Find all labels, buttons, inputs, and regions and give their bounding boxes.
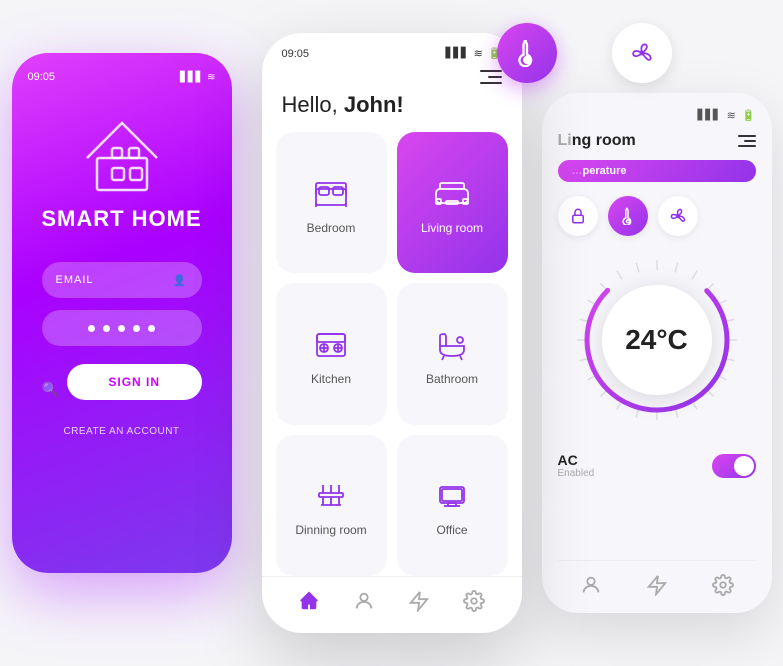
room-card-kitchen[interactable]: Kitchen — [276, 283, 387, 424]
nav-profile[interactable] — [352, 589, 376, 613]
app-title: SMART HOME — [41, 206, 201, 232]
greeting-text: Hello, — [282, 92, 344, 117]
left-status-bar: 09:05 ▋▋▋ ≋ — [28, 71, 216, 83]
bedroom-label: Bedroom — [307, 221, 356, 235]
right-status-bar: ▋▋▋ ≋ 🔋 — [558, 109, 756, 122]
right-hamburger[interactable] — [738, 135, 756, 147]
phone-center: 09:05 ▋▋▋ ≋ 🔋 Hello, John! — [262, 33, 522, 633]
thermo-float-icon — [513, 39, 541, 67]
ac-info: AC Enabled — [558, 452, 595, 479]
dot-1 — [88, 325, 95, 332]
phone-left: 09:05 ▋▋▋ ≋ SMART HOME EMAIL 👤 — [12, 53, 232, 573]
rooms-grid: Bedroom Living room — [262, 132, 522, 576]
r-hline-2 — [744, 140, 756, 142]
sign-in-button[interactable]: SIGN IN — [67, 364, 202, 400]
dot-2 — [103, 325, 110, 332]
scene: 09:05 ▋▋▋ ≋ SMART HOME EMAIL 👤 — [12, 13, 772, 653]
room-card-living[interactable]: Living room — [397, 132, 508, 273]
ac-row: AC Enabled — [558, 452, 756, 479]
temp-dial[interactable]: 24°C — [567, 250, 747, 430]
temp-tab[interactable]: …perature — [558, 160, 756, 182]
nav-settings[interactable] — [462, 589, 486, 613]
temp-control[interactable] — [608, 196, 648, 236]
ac-status: Enabled — [558, 468, 595, 479]
left-time: 09:05 — [28, 71, 56, 83]
dot-3 — [118, 325, 125, 332]
room-card-bathroom[interactable]: Bathroom — [397, 283, 508, 424]
create-account-link[interactable]: CREATE AN ACCOUNT — [63, 426, 179, 437]
battery-icon-r: 🔋 — [742, 109, 756, 122]
center-time: 09:05 — [282, 48, 310, 60]
room-card-office[interactable]: Office — [397, 435, 508, 576]
signal-icon-r: ▋▋▋ — [698, 110, 721, 121]
dot-5 — [148, 325, 155, 332]
center-header — [262, 60, 522, 92]
right-bottom-nav — [558, 560, 756, 597]
kitchen-icon — [313, 326, 349, 362]
toggle-knob — [734, 456, 754, 476]
password-field[interactable] — [42, 310, 202, 346]
temperature-display: 24°C — [625, 324, 688, 356]
hamburger-line-1 — [480, 70, 502, 72]
bathroom-label: Bathroom — [426, 372, 478, 386]
center-bottom-nav — [262, 576, 522, 633]
dining-icon — [313, 477, 349, 513]
search-icon-left: 🔍 — [42, 381, 59, 398]
office-icon — [434, 477, 470, 513]
kitchen-label: Kitchen — [311, 372, 351, 386]
signal-icon-c: ▋▋▋ — [446, 48, 469, 59]
center-status-bar: 09:05 ▋▋▋ ≋ 🔋 — [262, 33, 522, 60]
room-card-bedroom[interactable]: Bedroom — [276, 132, 387, 273]
hamburger-menu[interactable] — [480, 70, 502, 84]
signal-icon: ▋▋▋ — [180, 72, 203, 83]
r-hline-3 — [738, 145, 756, 147]
living-icon — [434, 175, 470, 211]
nav-home[interactable] — [297, 589, 321, 613]
phone-right: ▋▋▋ ≋ 🔋 Ling room …perature — [542, 93, 772, 613]
office-label: Office — [436, 523, 467, 537]
wifi-icon-c: ≋ — [474, 47, 483, 60]
user-icon: 👤 — [173, 274, 188, 287]
house-icon — [77, 113, 167, 198]
right-nav-settings[interactable] — [711, 573, 735, 597]
right-room-title: Ling room — [558, 132, 636, 150]
float-fan[interactable] — [612, 23, 672, 83]
lock-control[interactable] — [558, 196, 598, 236]
hamburger-line-3 — [480, 82, 502, 84]
r-hline-1 — [738, 135, 756, 137]
user-name: John! — [344, 92, 404, 117]
dining-label: Dinning room — [295, 523, 366, 537]
greeting: Hello, John! — [262, 92, 522, 132]
ac-toggle[interactable] — [712, 454, 756, 478]
fan-control[interactable] — [658, 196, 698, 236]
right-nav-profile[interactable] — [579, 573, 603, 597]
room-card-dining[interactable]: Dinning room — [276, 435, 387, 576]
nav-lightning[interactable] — [407, 589, 431, 613]
control-icons — [558, 196, 756, 236]
dot-4 — [133, 325, 140, 332]
right-nav-lightning[interactable] — [645, 573, 669, 597]
living-label: Living room — [421, 221, 483, 235]
wifi-icon-r: ≋ — [727, 109, 736, 122]
bathroom-icon — [434, 326, 470, 362]
email-label: EMAIL — [56, 274, 94, 286]
fan-float-icon — [628, 39, 656, 67]
wifi-icon: ≋ — [207, 72, 215, 83]
ac-label: AC — [558, 452, 595, 468]
hamburger-line-2 — [488, 76, 502, 78]
float-thermometer[interactable] — [497, 23, 557, 83]
email-field[interactable]: EMAIL 👤 — [42, 262, 202, 298]
bedroom-icon — [313, 175, 349, 211]
right-top-row: Ling room — [558, 132, 756, 150]
